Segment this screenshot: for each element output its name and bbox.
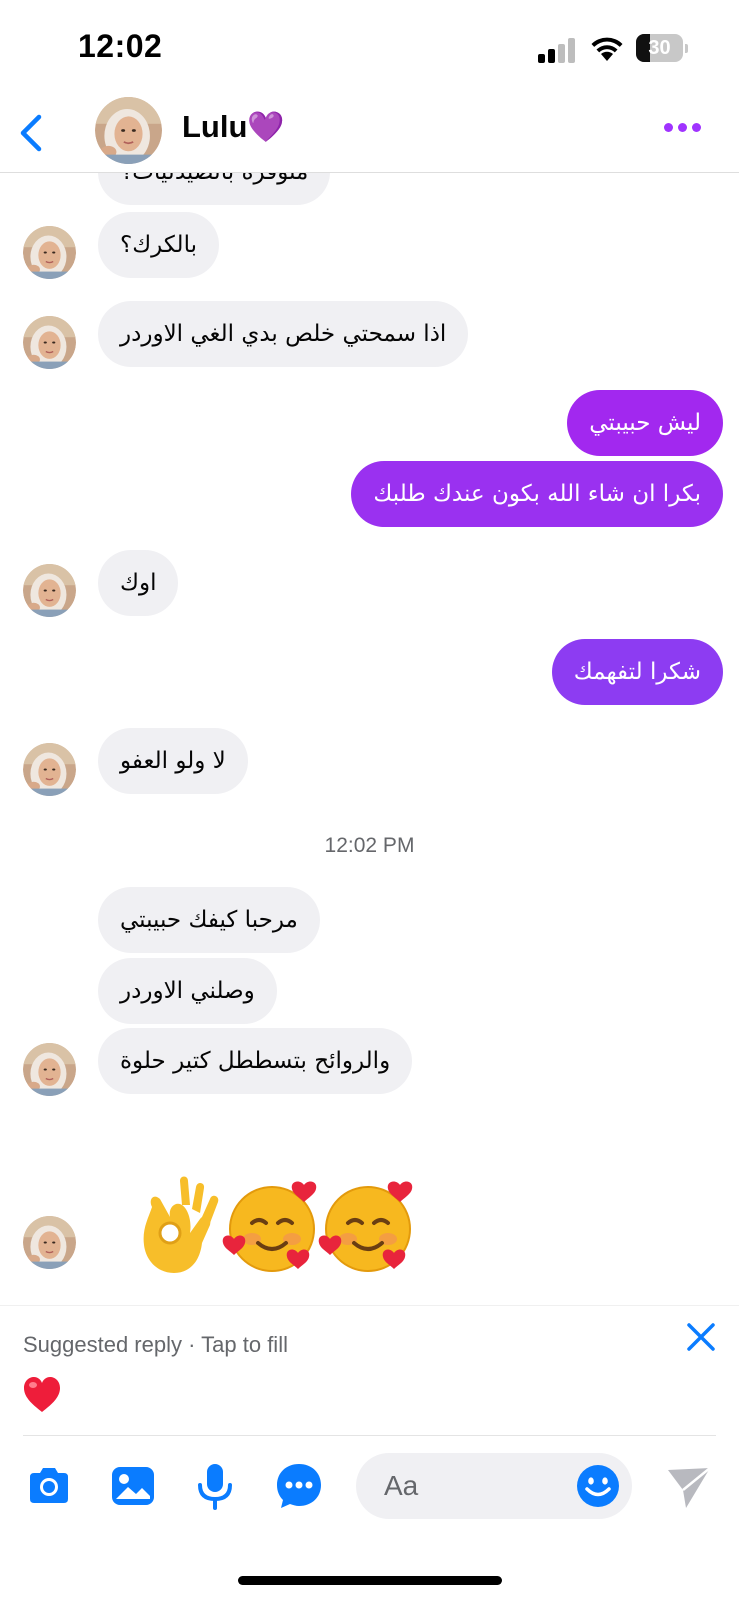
smile-icon[interactable] bbox=[576, 1464, 620, 1508]
conversation-header: Lulu💜 bbox=[0, 95, 739, 173]
home-indicator[interactable] bbox=[238, 1576, 502, 1585]
smiling-face-with-hearts-emoji bbox=[220, 1179, 319, 1273]
microphone-icon[interactable] bbox=[190, 1461, 240, 1511]
sender-avatar[interactable] bbox=[23, 226, 76, 279]
sender-avatar[interactable] bbox=[23, 316, 76, 369]
contact-name[interactable]: Lulu💜 bbox=[182, 109, 285, 145]
message-thread[interactable]: متوفرة بالصيدليات؟ بالكرك؟ اذا سمحتي خلص… bbox=[0, 173, 739, 1305]
cellular-signal-icon bbox=[538, 37, 578, 63]
message-composer: Aa bbox=[0, 1436, 739, 1546]
sender-avatar[interactable] bbox=[23, 1043, 76, 1096]
outgoing-message[interactable]: ليش حبيبتي bbox=[567, 390, 723, 456]
message-input[interactable]: Aa bbox=[356, 1453, 632, 1519]
back-button[interactable] bbox=[14, 111, 50, 155]
gallery-icon[interactable] bbox=[108, 1461, 158, 1511]
suggested-reply-panel: Suggested reply · Tap to fill bbox=[0, 1305, 739, 1436]
incoming-message[interactable]: لا ولو العفو bbox=[98, 728, 248, 794]
wifi-icon bbox=[591, 37, 623, 61]
contact-avatar[interactable] bbox=[95, 97, 162, 164]
incoming-message[interactable]: مرحبا كيفك حبيبتي bbox=[98, 887, 320, 953]
emoji-message[interactable] bbox=[130, 1173, 420, 1293]
camera-icon[interactable] bbox=[24, 1461, 74, 1511]
more-dots-icon bbox=[664, 123, 673, 132]
close-icon[interactable] bbox=[684, 1320, 718, 1354]
battery-level: 30 bbox=[648, 37, 671, 59]
battery-icon: 30 bbox=[636, 34, 688, 62]
incoming-message[interactable]: وصلني الاوردر bbox=[98, 958, 277, 1024]
sender-avatar[interactable] bbox=[23, 743, 76, 796]
sender-avatar[interactable] bbox=[23, 564, 76, 617]
outgoing-message[interactable]: شكرا لتفهمك bbox=[551, 639, 723, 705]
message-input-placeholder: Aa bbox=[384, 1470, 419, 1501]
send-icon[interactable] bbox=[666, 1466, 712, 1510]
incoming-message[interactable]: اذا سمحتي خلص بدي الغي الاوردر bbox=[98, 301, 469, 367]
smiling-face-with-hearts-emoji bbox=[316, 1179, 415, 1273]
purple-heart-emoji: 💜 bbox=[247, 111, 285, 144]
incoming-message[interactable]: والروائح بتسططل كتير حلوة bbox=[98, 1028, 413, 1094]
more-options-button[interactable] bbox=[664, 121, 704, 135]
incoming-message[interactable]: بالكرك؟ bbox=[98, 212, 219, 278]
heart-reply-button[interactable] bbox=[22, 1376, 62, 1414]
ok-hand-emoji bbox=[143, 1176, 219, 1273]
incoming-message[interactable]: متوفرة بالصيدليات؟ bbox=[98, 173, 331, 205]
contact-name-text: Lulu bbox=[182, 109, 248, 144]
sender-avatar[interactable] bbox=[23, 1216, 76, 1269]
chat-apps-icon[interactable] bbox=[274, 1461, 324, 1511]
status-bar: 12:02 30 bbox=[0, 0, 739, 95]
status-time: 12:02 bbox=[78, 28, 163, 64]
message-timestamp: 12:02 PM bbox=[324, 834, 415, 857]
outgoing-message[interactable]: بكرا ان شاء الله بكون عندك طلبك bbox=[351, 461, 723, 527]
suggested-reply-label: Suggested reply · Tap to fill bbox=[23, 1332, 288, 1357]
incoming-message[interactable]: اوك bbox=[98, 550, 179, 616]
